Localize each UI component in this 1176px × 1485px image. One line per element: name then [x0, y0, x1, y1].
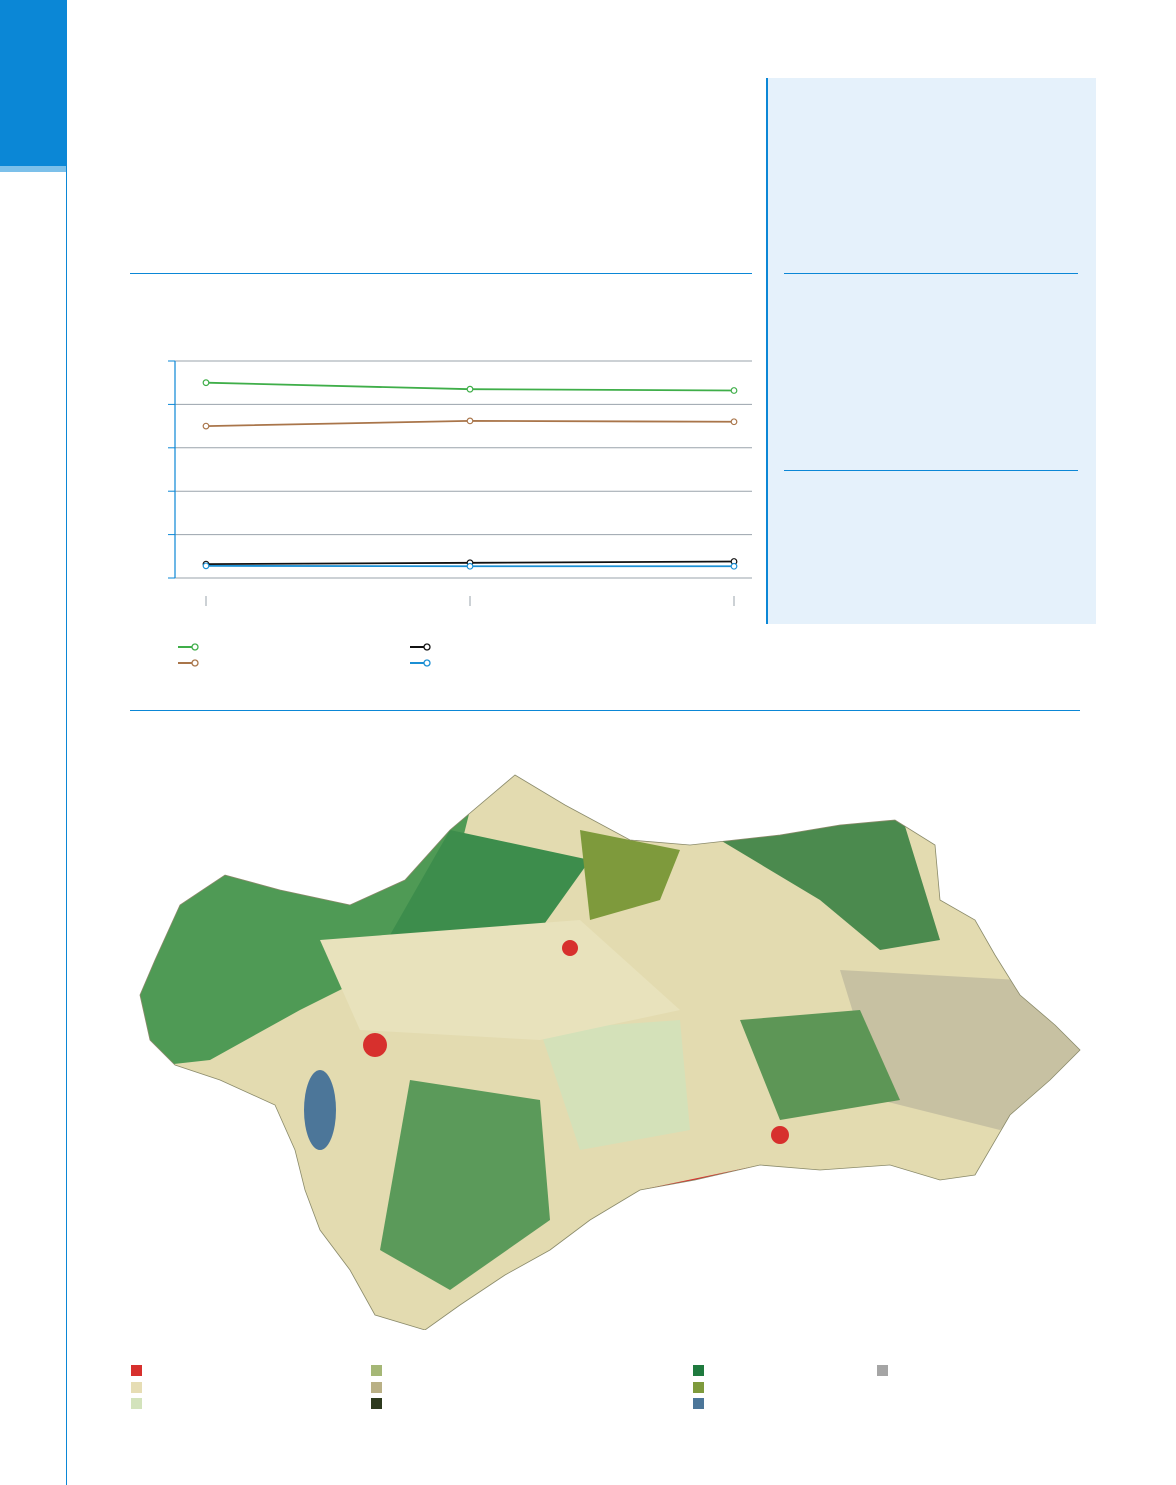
legend-item-3	[410, 642, 432, 652]
legend-swatch-10	[877, 1365, 888, 1376]
map-section-rule	[130, 710, 1080, 711]
series-1-point-1	[202, 379, 210, 387]
legend-item-4	[410, 658, 432, 668]
series-4-point-1	[202, 562, 210, 570]
chapter-tab-underline	[0, 166, 66, 172]
legend-item-1	[178, 642, 200, 652]
legend-swatch-6	[371, 1398, 382, 1409]
legend-swatch-5	[371, 1382, 382, 1393]
legend-swatch-2	[131, 1382, 142, 1393]
series-1-point-2	[466, 385, 474, 393]
map-regions	[140, 775, 1080, 1330]
sidebar-box	[766, 78, 1096, 624]
series-1-point-3	[730, 387, 738, 394]
legend-swatch-4	[371, 1365, 382, 1376]
series-2-point-1	[202, 422, 210, 430]
chart-section-rule	[130, 273, 752, 274]
legend-swatch-1	[131, 1365, 142, 1376]
series-2-point-3	[730, 418, 738, 426]
sidebar-divider-2	[784, 470, 1078, 471]
legend-swatch-3	[131, 1398, 142, 1409]
legend-item-2	[178, 658, 200, 668]
series-4-point-3	[730, 562, 738, 570]
line-chart	[168, 360, 752, 606]
legend-swatch-8	[693, 1382, 704, 1393]
series-4-point-2	[466, 562, 474, 570]
legend-marker-3	[410, 643, 431, 651]
series-2-point-2	[466, 417, 474, 425]
legend-swatch-7	[693, 1365, 704, 1376]
legend-marker-4	[410, 659, 431, 667]
land-use-map	[139, 774, 1081, 1330]
legend-swatch-9	[693, 1398, 704, 1409]
chapter-tab	[0, 0, 66, 166]
legend-marker-1	[178, 643, 199, 651]
legend-marker-2	[178, 659, 199, 667]
page-margin-rule	[66, 0, 67, 1485]
sidebar-divider-1	[784, 273, 1078, 274]
